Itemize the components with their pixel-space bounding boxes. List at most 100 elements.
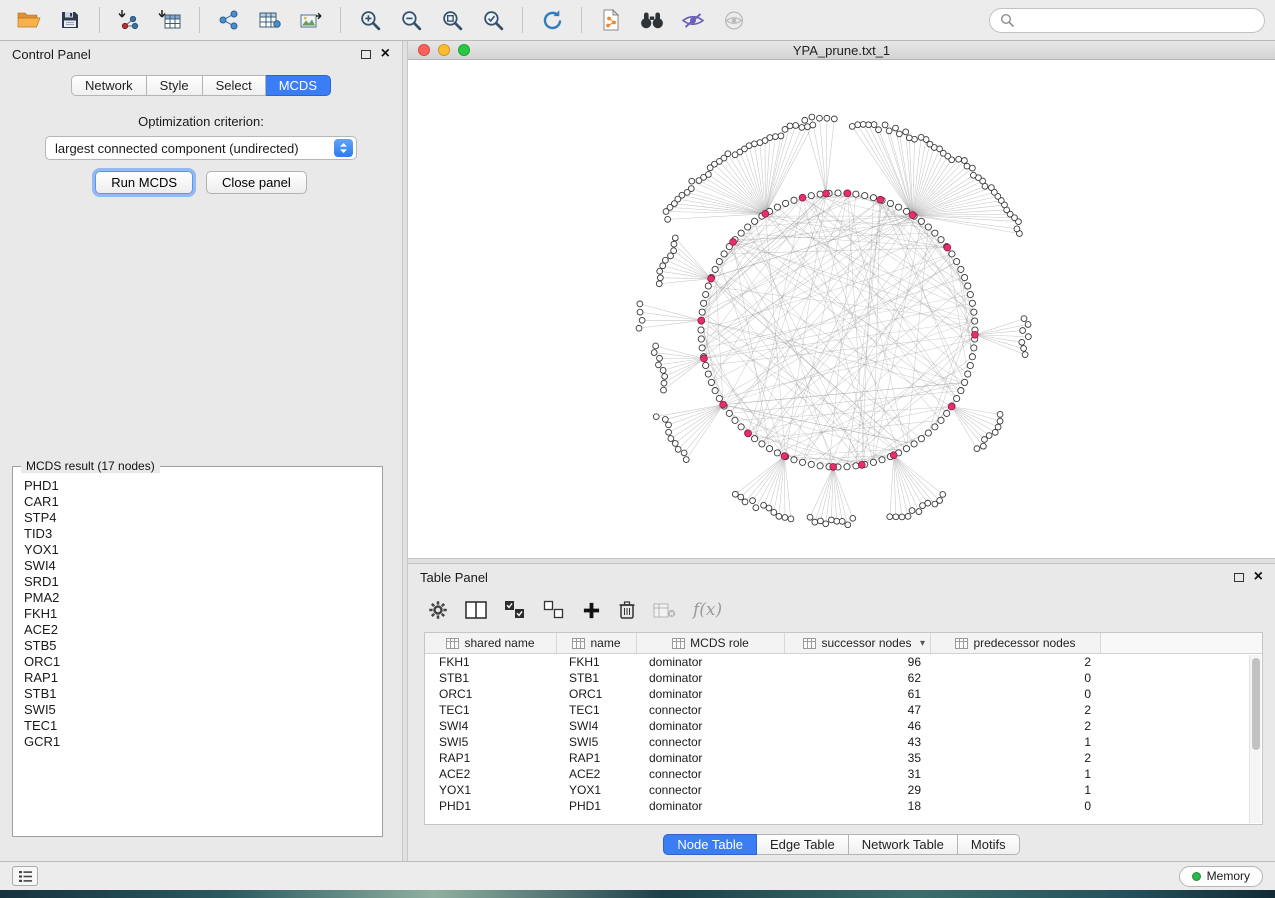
binoculars-icon (639, 10, 665, 30)
close-control-panel-icon[interactable]: × (381, 48, 390, 60)
result-node-item[interactable]: TEC1 (24, 718, 381, 734)
column-header[interactable]: predecessor nodes (931, 633, 1101, 653)
table-panel: Table Panel × (408, 564, 1275, 861)
delete-column-button[interactable] (618, 600, 636, 620)
table-row[interactable]: RAP1RAP1dominator352 (425, 750, 1262, 766)
result-node-item[interactable]: SRD1 (24, 574, 381, 590)
result-node-item[interactable]: SWI4 (24, 558, 381, 574)
result-node-item[interactable]: GCR1 (24, 734, 381, 750)
table-cell: SWI5 (557, 735, 637, 749)
new-network-button[interactable] (210, 4, 248, 36)
memory-button[interactable]: Memory (1179, 866, 1263, 887)
result-node-item[interactable]: PHD1 (24, 478, 381, 494)
table-cell: 46 (785, 719, 931, 733)
show-all-button[interactable] (715, 4, 753, 36)
dropdown-stepper-icon (334, 139, 353, 157)
tab-node-table[interactable]: Node Table (663, 834, 757, 855)
clear-table-button[interactable] (653, 602, 676, 619)
zoom-out-button[interactable] (392, 4, 430, 36)
table-row[interactable]: FKH1FKH1dominator962 (425, 654, 1262, 670)
save-session-button[interactable] (51, 4, 89, 36)
column-header[interactable]: MCDS role (637, 633, 785, 653)
result-node-item[interactable]: FKH1 (24, 606, 381, 622)
result-node-item[interactable]: ORC1 (24, 654, 381, 670)
function-builder-button[interactable]: f(x) (693, 600, 722, 620)
maximize-window-icon[interactable] (458, 44, 470, 56)
column-header[interactable]: shared name (425, 633, 557, 653)
refresh-button[interactable] (533, 4, 571, 36)
close-window-icon[interactable] (418, 44, 430, 56)
table-cell: RAP1 (425, 751, 557, 765)
table-settings-button[interactable] (428, 600, 448, 620)
search-box[interactable] (989, 8, 1265, 33)
panel-menu-button[interactable] (12, 866, 38, 886)
table-scrollbar[interactable] (1249, 655, 1261, 823)
table-row[interactable]: YOX1YOX1connector291 (425, 782, 1262, 798)
result-node-item[interactable]: RAP1 (24, 670, 381, 686)
zoom-fit-button[interactable] (433, 4, 471, 36)
table-row[interactable]: ACE2ACE2connector311 (425, 766, 1262, 782)
zoom-selected-button[interactable] (474, 4, 512, 36)
tab-style[interactable]: Style (147, 75, 203, 96)
tab-network-table[interactable]: Network Table (849, 834, 958, 855)
table-cell: SWI4 (425, 719, 557, 733)
close-panel-button[interactable]: Close panel (206, 171, 307, 194)
open-session-button[interactable] (10, 4, 48, 36)
tab-network[interactable]: Network (71, 75, 147, 96)
result-node-item[interactable]: ACE2 (24, 622, 381, 638)
tab-mcds[interactable]: MCDS (266, 75, 331, 96)
network-canvas[interactable] (408, 60, 1275, 558)
search-input[interactable] (1020, 13, 1254, 28)
table-cell: SWI5 (425, 735, 557, 749)
float-panel-icon[interactable] (361, 50, 371, 59)
search-network-button[interactable] (633, 4, 671, 36)
column-label: predecessor nodes (973, 636, 1075, 650)
tab-edge-table[interactable]: Edge Table (757, 834, 849, 855)
table-row[interactable]: SWI5SWI5connector431 (425, 734, 1262, 750)
zoom-in-icon (359, 9, 382, 32)
sort-indicator-icon[interactable]: ▾ (920, 638, 925, 649)
table-clear-icon (653, 602, 676, 619)
column-header[interactable]: successor nodes▾ (785, 633, 931, 653)
result-node-item[interactable]: STP4 (24, 510, 381, 526)
table-row[interactable]: SWI4SWI4dominator462 (425, 718, 1262, 734)
table-row[interactable]: PHD1PHD1dominator180 (425, 798, 1262, 814)
export-image-button[interactable] (292, 4, 330, 36)
result-node-item[interactable]: CAR1 (24, 494, 381, 510)
minimize-window-icon[interactable] (438, 44, 450, 56)
table-row[interactable]: STB1STB1dominator620 (425, 670, 1262, 686)
column-header[interactable]: name (557, 633, 637, 653)
result-node-item[interactable]: PMA2 (24, 590, 381, 606)
save-icon (60, 10, 80, 30)
add-column-button[interactable] (582, 601, 601, 620)
deselect-all-button[interactable] (543, 600, 565, 620)
float-table-panel-icon[interactable] (1234, 573, 1244, 582)
close-table-panel-icon[interactable]: × (1254, 571, 1263, 583)
criterion-dropdown[interactable]: largest connected component (undirected) (45, 136, 357, 160)
result-node-item[interactable]: SWI5 (24, 702, 381, 718)
share-document-button[interactable] (592, 4, 630, 36)
result-node-item[interactable]: STB1 (24, 686, 381, 702)
table-row[interactable]: ORC1ORC1dominator610 (425, 686, 1262, 702)
mcds-result-list[interactable]: PHD1CAR1STP4TID3YOX1SWI4SRD1PMA2FKH1ACE2… (14, 468, 381, 835)
zoom-in-button[interactable] (351, 4, 389, 36)
hide-selected-button[interactable] (674, 4, 712, 36)
zoom-fit-icon (441, 9, 464, 32)
show-columns-button[interactable] (465, 601, 487, 619)
select-all-button[interactable] (504, 600, 526, 620)
control-panel-title: Control Panel (12, 47, 351, 62)
result-node-item[interactable]: STB5 (24, 638, 381, 654)
table-row[interactable]: TEC1TEC1connector472 (425, 702, 1262, 718)
network-window-titlebar[interactable]: YPA_prune.txt_1 (408, 41, 1275, 60)
run-mcds-button[interactable]: Run MCDS (95, 171, 193, 194)
tab-select[interactable]: Select (203, 75, 266, 96)
result-node-item[interactable]: YOX1 (24, 542, 381, 558)
show-table-button[interactable] (251, 4, 289, 36)
import-network-button[interactable] (110, 4, 148, 36)
table-cell: 43 (785, 735, 931, 749)
control-panel: Control Panel × NetworkStyleSelectMCDS O… (0, 41, 402, 861)
tab-motifs[interactable]: Motifs (958, 834, 1020, 855)
result-node-item[interactable]: TID3 (24, 526, 381, 542)
import-table-button[interactable] (151, 4, 189, 36)
scrollbar-thumb[interactable] (1252, 658, 1260, 750)
